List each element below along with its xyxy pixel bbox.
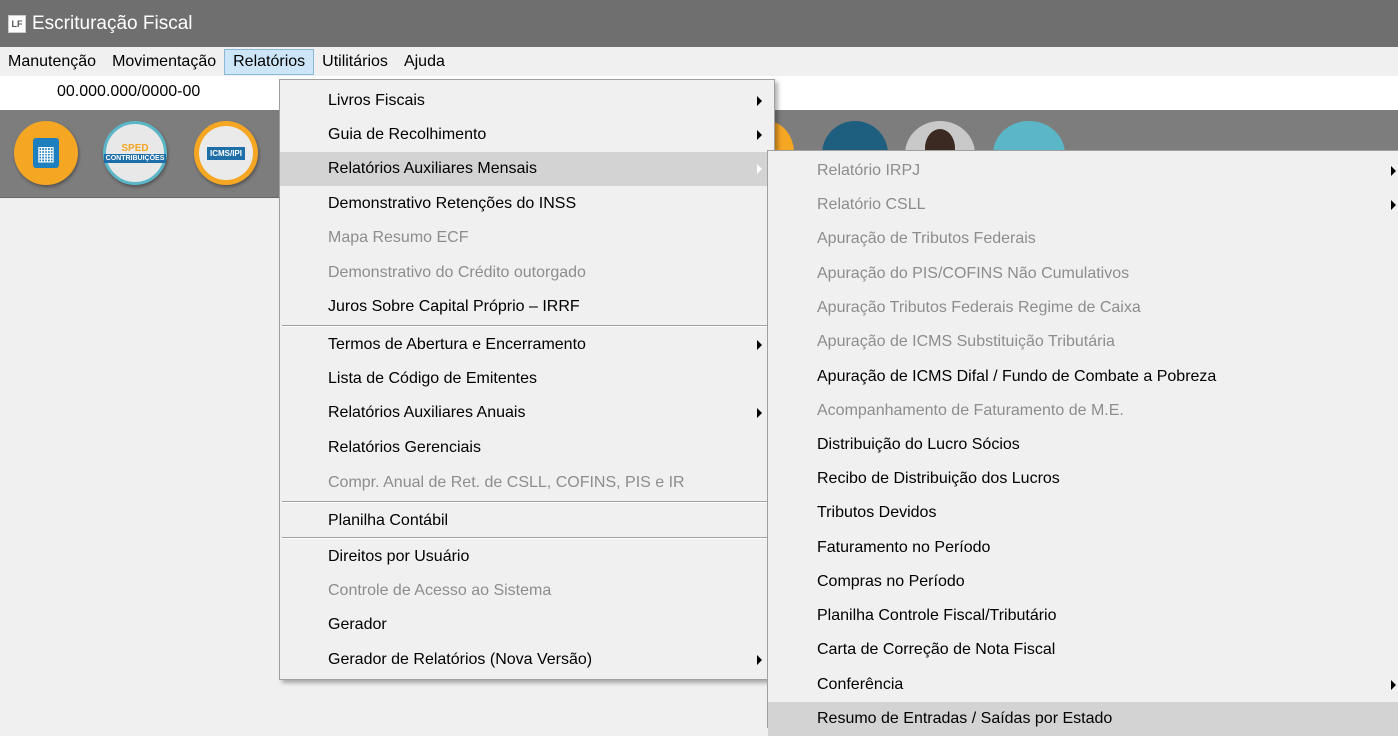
menu-item-label: Demonstrativo Retenções do INSS — [328, 195, 577, 212]
icms-ipi-icon[interactable]: ICMS/IPI — [194, 121, 258, 185]
submenu-item-icms-difal[interactable]: Apuração de ICMS Difal / Fundo de Combat… — [768, 360, 1398, 394]
menu-item-juros-capital-proprio[interactable]: Juros Sobre Capital Próprio – IRRF — [280, 290, 774, 324]
menu-item-mapa-resumo-ecf[interactable]: Mapa Resumo ECF — [280, 221, 774, 255]
menu-item-label: Demonstrativo do Crédito outorgado — [328, 264, 586, 281]
menu-item-label: Lista de Código de Emitentes — [328, 370, 538, 387]
menu-item-relatorios-auxiliares-mensais[interactable]: Relatórios Auxiliares Mensais — [280, 152, 774, 186]
menu-item-compr-anual[interactable]: Compr. Anual de Ret. de CSLL, COFINS, PI… — [280, 466, 774, 500]
menu-item-relatorios-gerenciais[interactable]: Relatórios Gerenciais — [280, 431, 774, 465]
submenu-arrow-icon — [757, 96, 762, 106]
building-icon[interactable]: ▦ — [14, 121, 78, 185]
menu-item-relatorios-auxiliares-anuais[interactable]: Relatórios Auxiliares Anuais — [280, 396, 774, 430]
submenu-arrow-icon — [757, 340, 762, 350]
menu-item-planilha-contabil[interactable]: Planilha Contábil — [280, 504, 774, 538]
window-title: Escrituração Fiscal — [32, 12, 193, 34]
menu-item-label: Apuração Tributos Federais Regime de Cai… — [817, 299, 1141, 316]
menu-item-label: Gerador — [328, 616, 387, 633]
submenu-item-tributos-federais[interactable]: Apuração de Tributos Federais — [768, 222, 1398, 256]
company-cnpj: 00.000.000/0000-00 — [57, 83, 201, 100]
menu-item-gerador-nova-versao[interactable]: Gerador de Relatórios (Nova Versão) — [280, 643, 774, 677]
submenu-item-recibo-distribuicao[interactable]: Recibo de Distribuição dos Lucros — [768, 462, 1398, 496]
submenu-item-compras-periodo[interactable]: Compras no Período — [768, 565, 1398, 599]
menu-item-label: Carta de Correção de Nota Fiscal — [817, 641, 1056, 658]
menu-item-label: Acompanhamento de Faturamento de M.E. — [817, 402, 1124, 419]
menu-item-label: Relatórios Auxiliares Anuais — [328, 404, 526, 421]
submenu-arrow-icon — [757, 655, 762, 665]
title-bar: LF Escrituração Fiscal — [0, 0, 1398, 47]
menu-item-controle-acesso[interactable]: Controle de Acesso ao Sistema — [280, 574, 774, 608]
submenu-item-regime-caixa[interactable]: Apuração Tributos Federais Regime de Cai… — [768, 291, 1398, 325]
menu-item-label: Resumo de Entradas / Saídas por Estado — [817, 710, 1113, 727]
menu-item-label: Termos de Abertura e Encerramento — [328, 336, 586, 353]
menu-separator — [282, 501, 772, 503]
menu-bar: Manutenção Movimentação Relatórios Utili… — [0, 47, 1398, 76]
menu-item-termos-abertura[interactable]: Termos de Abertura e Encerramento — [280, 328, 774, 362]
menu-relatorios[interactable]: Relatórios — [224, 48, 315, 75]
sped-label: SPED — [121, 143, 149, 154]
submenu-item-csll[interactable]: Relatório CSLL — [768, 188, 1398, 222]
sped-contribuicoes-icon[interactable]: SPED CONTRIBUIÇÕES — [103, 121, 167, 185]
menu-item-lista-emitentes[interactable]: Lista de Código de Emitentes — [280, 362, 774, 396]
contribuicoes-label: CONTRIBUIÇÕES — [103, 154, 167, 163]
submenu-item-distribuicao-lucro[interactable]: Distribuição do Lucro Sócios — [768, 428, 1398, 462]
menu-item-label: Gerador de Relatórios (Nova Versão) — [328, 651, 593, 668]
submenu-item-pis-cofins[interactable]: Apuração do PIS/COFINS Não Cumulativos — [768, 257, 1398, 291]
submenu-item-tributos-devidos[interactable]: Tributos Devidos — [768, 496, 1398, 530]
menu-ajuda[interactable]: Ajuda — [396, 49, 453, 75]
submenu-arrow-icon — [1391, 166, 1396, 176]
menu-item-label: Guia de Recolhimento — [328, 126, 487, 143]
submenu-item-planilha-controle[interactable]: Planilha Controle Fiscal/Tributário — [768, 599, 1398, 633]
menu-item-label: Conferência — [817, 676, 904, 693]
submenu-item-irpj[interactable]: Relatório IRPJ — [768, 154, 1398, 188]
menu-item-label: Relatório CSLL — [817, 196, 926, 213]
submenu-arrow-icon — [757, 164, 762, 174]
menu-item-label: Planilha Controle Fiscal/Tributário — [817, 607, 1057, 624]
menu-item-label: Faturamento no Período — [817, 539, 991, 556]
menu-movimentacao[interactable]: Movimentação — [104, 49, 224, 75]
menu-separator — [282, 537, 772, 539]
menu-item-label: Mapa Resumo ECF — [328, 229, 469, 246]
mensais-submenu: Relatório IRPJ Relatório CSLL Apuração d… — [767, 150, 1398, 736]
menu-item-label: Recibo de Distribuição dos Lucros — [817, 470, 1060, 487]
menu-item-label: Juros Sobre Capital Próprio – IRRF — [328, 298, 580, 315]
menu-item-livros-fiscais[interactable]: Livros Fiscais — [280, 84, 774, 118]
menu-item-label: Compras no Período — [817, 573, 965, 590]
submenu-item-resumo-entradas-saidas[interactable]: Resumo de Entradas / Saídas por Estado — [768, 702, 1398, 736]
submenu-arrow-icon — [1391, 200, 1396, 210]
menu-item-label: Direitos por Usuário — [328, 548, 470, 565]
submenu-arrow-icon — [757, 130, 762, 140]
menu-item-label: Apuração de Tributos Federais — [817, 230, 1036, 247]
submenu-item-conferencia[interactable]: Conferência — [768, 668, 1398, 702]
submenu-item-faturamento-me[interactable]: Acompanhamento de Faturamento de M.E. — [768, 394, 1398, 428]
menu-item-label: Planilha Contábil — [328, 512, 449, 529]
submenu-item-carta-correcao[interactable]: Carta de Correção de Nota Fiscal — [768, 633, 1398, 667]
menu-item-label: Apuração de ICMS Difal / Fundo de Combat… — [817, 368, 1217, 385]
submenu-arrow-icon — [1391, 680, 1396, 690]
menu-manutencao[interactable]: Manutenção — [0, 49, 104, 75]
menu-item-label: Apuração de ICMS Substituição Tributária — [817, 333, 1115, 350]
submenu-item-faturamento-periodo[interactable]: Faturamento no Período — [768, 531, 1398, 565]
menu-item-label: Compr. Anual de Ret. de CSLL, COFINS, PI… — [328, 474, 685, 491]
building-glyph-icon: ▦ — [36, 142, 56, 165]
menu-item-label: Livros Fiscais — [328, 92, 425, 109]
menu-item-label: Tributos Devidos — [817, 504, 937, 521]
menu-item-direitos-usuario[interactable]: Direitos por Usuário — [280, 540, 774, 574]
menu-item-label: Controle de Acesso ao Sistema — [328, 582, 552, 599]
app-logo-icon: LF — [8, 14, 26, 33]
menu-item-label: Distribuição do Lucro Sócios — [817, 436, 1020, 453]
submenu-arrow-icon — [757, 408, 762, 418]
menu-item-label: Relatórios Gerenciais — [328, 439, 481, 456]
menu-item-label: Relatórios Auxiliares Mensais — [328, 160, 537, 177]
relatorios-dropdown: Livros Fiscais Guia de Recolhimento Rela… — [279, 79, 775, 680]
menu-separator — [282, 325, 772, 327]
menu-item-gerador[interactable]: Gerador — [280, 608, 774, 642]
menu-item-credito-outorgado[interactable]: Demonstrativo do Crédito outorgado — [280, 256, 774, 290]
menu-utilitarios[interactable]: Utilitários — [314, 49, 396, 75]
menu-item-guia-recolhimento[interactable]: Guia de Recolhimento — [280, 118, 774, 152]
icms-label: ICMS/IPI — [206, 146, 245, 160]
menu-item-label: Relatório IRPJ — [817, 162, 921, 179]
menu-item-label: Apuração do PIS/COFINS Não Cumulativos — [817, 265, 1130, 282]
menu-item-retencoes-inss[interactable]: Demonstrativo Retenções do INSS — [280, 187, 774, 221]
submenu-item-icms-st[interactable]: Apuração de ICMS Substituição Tributária — [768, 325, 1398, 359]
